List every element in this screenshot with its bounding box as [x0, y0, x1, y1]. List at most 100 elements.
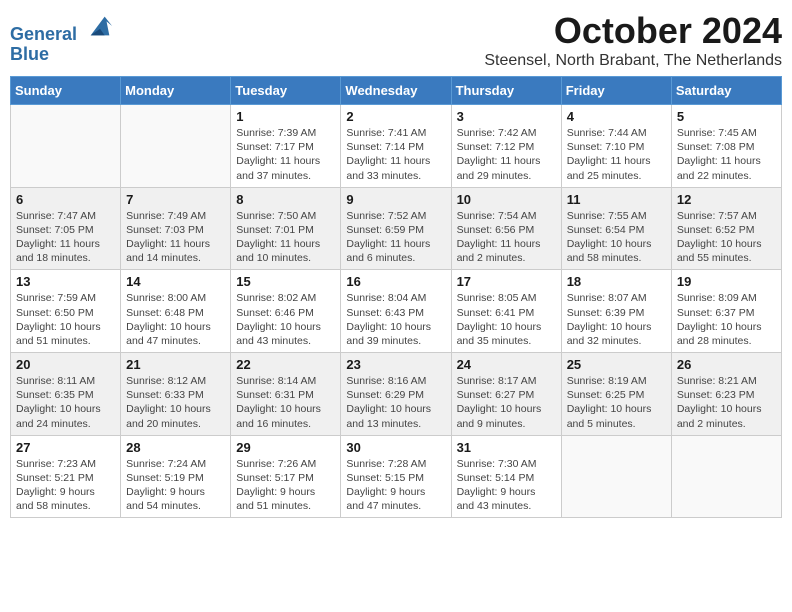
calendar-cell: 30Sunrise: 7:28 AMSunset: 5:15 PMDayligh… [341, 435, 451, 518]
day-detail: Sunrise: 7:44 AMSunset: 7:10 PMDaylight:… [567, 126, 666, 183]
calendar-cell: 24 Sunrise: 8:17 AMSunset: 6:27 PMDayligh… [451, 353, 561, 436]
calendar-cell: 8Sunrise: 7:50 AMSunset: 7:01 PMDaylight… [231, 187, 341, 270]
calendar-cell: 9Sunrise: 7:52 AMSunset: 6:59 PMDaylight… [341, 187, 451, 270]
calendar-week-2: 6 Sunrise: 7:47 AMSunset: 7:05 PMDaylight… [11, 187, 782, 270]
calendar-cell: 16 Sunrise: 8:04 AMSunset: 6:43 PMDayligh… [341, 270, 451, 353]
day-number: 27 [16, 440, 115, 455]
day-number: 6 [16, 192, 115, 207]
day-detail: Sunrise: 7:23 AMSunset: 5:21 PMDaylight:… [16, 457, 115, 514]
calendar-cell: 26 Sunrise: 8:21 AMSunset: 6:23 PMDayligh… [671, 353, 781, 436]
day-detail: Sunrise: 8:16 AMSunset: 6:29 PMDaylight:… [346, 374, 445, 431]
calendar-week-1: 1Sunrise: 7:39 AMSunset: 7:17 PMDaylight… [11, 105, 782, 188]
calendar-header-wednesday: Wednesday [341, 77, 451, 105]
calendar-cell: 28 Sunrise: 7:24 AMSunset: 5:19 PMDayligh… [121, 435, 231, 518]
calendar-cell: 21Sunrise: 8:12 AMSunset: 6:33 PMDayligh… [121, 353, 231, 436]
calendar-cell [11, 105, 121, 188]
day-number: 25 [567, 357, 666, 372]
calendar-cell: 11 Sunrise: 7:55 AMSunset: 6:54 PMDayligh… [561, 187, 671, 270]
calendar-cell: 1Sunrise: 7:39 AMSunset: 7:17 PMDaylight… [231, 105, 341, 188]
calendar-cell: 29 Sunrise: 7:26 AMSunset: 5:17 PMDayligh… [231, 435, 341, 518]
location: Steensel, North Brabant, The Netherlands [484, 52, 782, 70]
day-number: 21 [126, 357, 225, 372]
day-detail: Sunrise: 8:09 AMSunset: 6:37 PMDaylight:… [677, 291, 776, 348]
day-number: 10 [457, 192, 556, 207]
logo: General Blue [10, 14, 114, 65]
logo-general: General [10, 24, 77, 44]
day-number: 31 [457, 440, 556, 455]
calendar-cell: 5 Sunrise: 7:45 AMSunset: 7:08 PMDaylight… [671, 105, 781, 188]
day-detail: Sunrise: 8:07 AMSunset: 6:39 PMDaylight:… [567, 291, 666, 348]
logo-blue: Blue [10, 44, 49, 64]
calendar-cell [121, 105, 231, 188]
day-detail: Sunrise: 8:17 AMSunset: 6:27 PMDaylight:… [457, 374, 556, 431]
month-title: October 2024 [484, 10, 782, 52]
day-detail: Sunrise: 7:39 AMSunset: 7:17 PMDaylight:… [236, 126, 335, 183]
day-number: 20 [16, 357, 115, 372]
calendar-cell: 22Sunrise: 8:14 AMSunset: 6:31 PMDayligh… [231, 353, 341, 436]
calendar-cell [671, 435, 781, 518]
calendar-header-tuesday: Tuesday [231, 77, 341, 105]
day-detail: Sunrise: 8:02 AMSunset: 6:46 PMDaylight:… [236, 291, 335, 348]
day-detail: Sunrise: 7:54 AMSunset: 6:56 PMDaylight:… [457, 209, 556, 266]
day-detail: Sunrise: 8:04 AMSunset: 6:43 PMDaylight:… [346, 291, 445, 348]
day-detail: Sunrise: 7:52 AMSunset: 6:59 PMDaylight:… [346, 209, 445, 266]
calendar-cell: 4Sunrise: 7:44 AMSunset: 7:10 PMDaylight… [561, 105, 671, 188]
day-number: 28 [126, 440, 225, 455]
calendar-cell: 27 Sunrise: 7:23 AMSunset: 5:21 PMDayligh… [11, 435, 121, 518]
day-number: 17 [457, 274, 556, 289]
calendar-week-5: 27 Sunrise: 7:23 AMSunset: 5:21 PMDayligh… [11, 435, 782, 518]
calendar-header-saturday: Saturday [671, 77, 781, 105]
day-number: 2 [346, 109, 445, 124]
day-detail: Sunrise: 8:21 AMSunset: 6:23 PMDaylight:… [677, 374, 776, 431]
day-detail: Sunrise: 7:47 AMSunset: 7:05 PMDaylight:… [16, 209, 115, 266]
day-detail: Sunrise: 7:49 AMSunset: 7:03 PMDaylight:… [126, 209, 225, 266]
calendar-cell: 17Sunrise: 8:05 AMSunset: 6:41 PMDayligh… [451, 270, 561, 353]
logo-icon [86, 12, 114, 40]
day-number: 11 [567, 192, 666, 207]
day-detail: Sunrise: 8:00 AMSunset: 6:48 PMDaylight:… [126, 291, 225, 348]
calendar-cell: 31 Sunrise: 7:30 AMSunset: 5:14 PMDayligh… [451, 435, 561, 518]
calendar-cell: 3 Sunrise: 7:42 AMSunset: 7:12 PMDaylight… [451, 105, 561, 188]
day-detail: Sunrise: 8:14 AMSunset: 6:31 PMDaylight:… [236, 374, 335, 431]
day-number: 12 [677, 192, 776, 207]
calendar-cell [561, 435, 671, 518]
calendar-table: SundayMondayTuesdayWednesdayThursdayFrid… [10, 76, 782, 518]
title-section: October 2024 Steensel, North Brabant, Th… [484, 10, 782, 70]
day-number: 7 [126, 192, 225, 207]
day-number: 26 [677, 357, 776, 372]
day-detail: Sunrise: 7:45 AMSunset: 7:08 PMDaylight:… [677, 126, 776, 183]
calendar-cell: 12 Sunrise: 7:57 AMSunset: 6:52 PMDayligh… [671, 187, 781, 270]
day-number: 14 [126, 274, 225, 289]
day-detail: Sunrise: 7:24 AMSunset: 5:19 PMDaylight:… [126, 457, 225, 514]
calendar-cell: 23 Sunrise: 8:16 AMSunset: 6:29 PMDayligh… [341, 353, 451, 436]
day-detail: Sunrise: 8:19 AMSunset: 6:25 PMDaylight:… [567, 374, 666, 431]
calendar-cell: 2 Sunrise: 7:41 AMSunset: 7:14 PMDaylight… [341, 105, 451, 188]
calendar-header-sunday: Sunday [11, 77, 121, 105]
day-detail: Sunrise: 7:59 AMSunset: 6:50 PMDaylight:… [16, 291, 115, 348]
calendar-cell: 10 Sunrise: 7:54 AMSunset: 6:56 PMDayligh… [451, 187, 561, 270]
day-number: 29 [236, 440, 335, 455]
day-number: 16 [346, 274, 445, 289]
day-number: 5 [677, 109, 776, 124]
page-header: General Blue October 2024 Steensel, Nort… [10, 10, 782, 70]
calendar-cell: 18 Sunrise: 8:07 AMSunset: 6:39 PMDayligh… [561, 270, 671, 353]
day-detail: Sunrise: 7:26 AMSunset: 5:17 PMDaylight:… [236, 457, 335, 514]
calendar-cell: 19 Sunrise: 8:09 AMSunset: 6:37 PMDayligh… [671, 270, 781, 353]
calendar-header-friday: Friday [561, 77, 671, 105]
day-number: 3 [457, 109, 556, 124]
calendar-cell: 20 Sunrise: 8:11 AMSunset: 6:35 PMDayligh… [11, 353, 121, 436]
calendar-cell: 7 Sunrise: 7:49 AMSunset: 7:03 PMDaylight… [121, 187, 231, 270]
day-detail: Sunrise: 7:57 AMSunset: 6:52 PMDaylight:… [677, 209, 776, 266]
day-number: 24 [457, 357, 556, 372]
day-number: 13 [16, 274, 115, 289]
day-number: 30 [346, 440, 445, 455]
day-detail: Sunrise: 7:30 AMSunset: 5:14 PMDaylight:… [457, 457, 556, 514]
calendar-header-row: SundayMondayTuesdayWednesdayThursdayFrid… [11, 77, 782, 105]
day-number: 18 [567, 274, 666, 289]
day-number: 23 [346, 357, 445, 372]
day-detail: Sunrise: 8:11 AMSunset: 6:35 PMDaylight:… [16, 374, 115, 431]
day-detail: Sunrise: 7:42 AMSunset: 7:12 PMDaylight:… [457, 126, 556, 183]
day-detail: Sunrise: 7:41 AMSunset: 7:14 PMDaylight:… [346, 126, 445, 183]
day-detail: Sunrise: 7:55 AMSunset: 6:54 PMDaylight:… [567, 209, 666, 266]
day-number: 19 [677, 274, 776, 289]
